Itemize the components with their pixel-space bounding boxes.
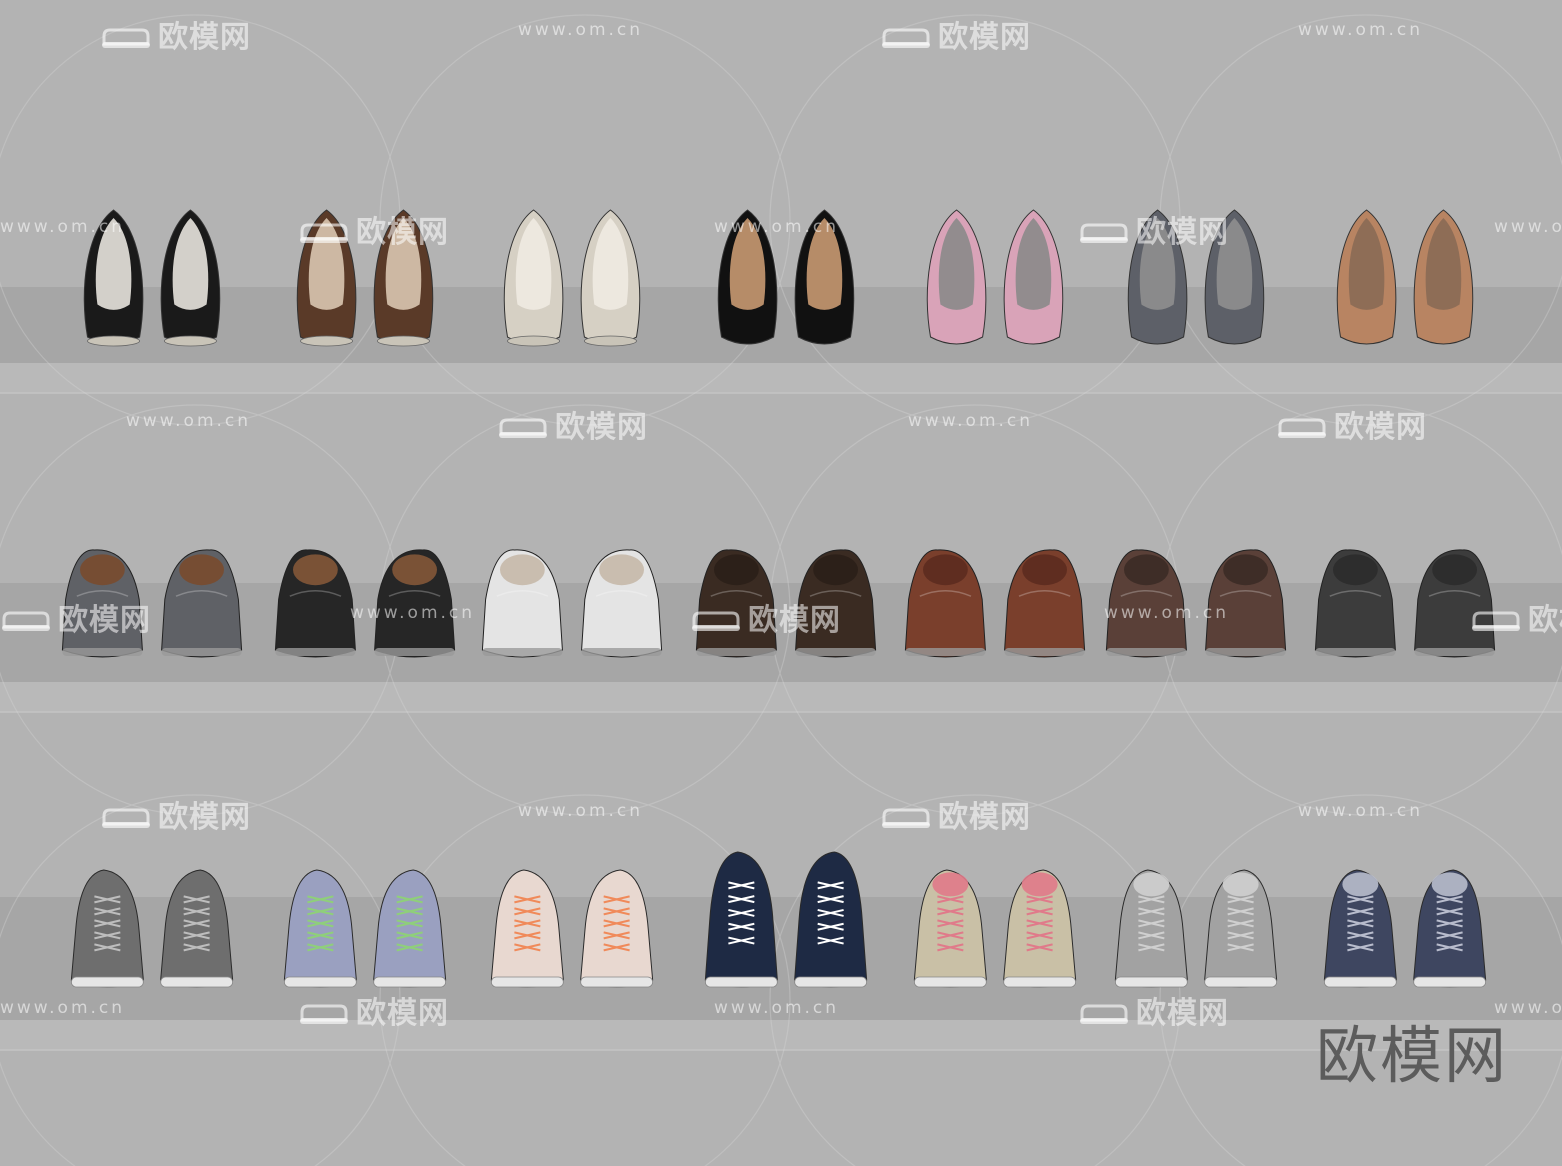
shoe-shelf-render (0, 0, 1562, 1166)
brand-watermark-logo: 欧模网 (1316, 1019, 1509, 1092)
shelf-1 (0, 287, 1562, 394)
